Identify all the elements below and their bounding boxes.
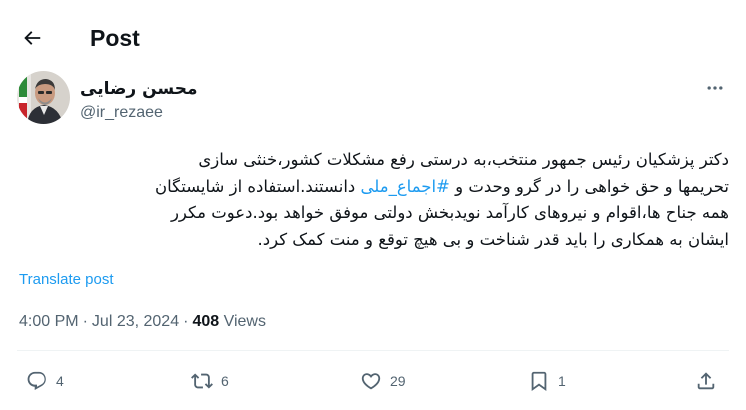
avatar[interactable] (17, 71, 70, 124)
tweet-line-text: تحریمها و حق خواهی را در گرو وحدت و (455, 176, 729, 196)
like-button[interactable]: 29 (360, 370, 406, 392)
tweet-line: ایشان به همکاری را باید قدر شناخت و بی ه… (257, 229, 729, 249)
back-button[interactable] (14, 20, 50, 56)
more-options-button[interactable] (700, 76, 730, 100)
tweet-line-text: دانستند.استفاده از شایستگان (154, 176, 356, 196)
post-time[interactable]: 4:00 PM (19, 313, 79, 330)
meta-separator: · (183, 313, 189, 330)
bookmark-icon (531, 371, 547, 392)
share-button[interactable] (695, 370, 717, 392)
heart-icon (361, 373, 381, 390)
views-label: Views (223, 313, 266, 330)
divider (17, 350, 729, 351)
post-header: Post (0, 0, 746, 76)
bookmark-button[interactable]: 1 (528, 370, 566, 392)
reply-count: 4 (56, 373, 64, 389)
translate-post-link[interactable]: Translate post (19, 271, 114, 289)
author-name[interactable]: محسن رضایی (80, 78, 197, 100)
more-horizontal-icon (707, 86, 723, 90)
share-icon (697, 372, 715, 390)
profile-photo (17, 71, 70, 124)
reply-icon (27, 371, 46, 391)
page-title: Post (90, 25, 140, 51)
meta-separator: · (82, 313, 88, 330)
action-bar: 4 6 29 1 (0, 366, 746, 406)
views-count: 408 (192, 313, 220, 330)
tweet-line: تحریمها و حق خواهی را در گرو وحدت و #اجم… (17, 174, 729, 201)
like-count: 29 (390, 373, 406, 389)
repost-count: 6 (221, 373, 229, 389)
hashtag-link[interactable]: #اجماع_ملی (361, 177, 450, 196)
tweet-text: دکتر پزشکیان رئیس جمهور منتخب،به درستی ر… (17, 147, 729, 253)
tweet-line: دکتر پزشکیان رئیس جمهور منتخب،به درستی ر… (198, 150, 729, 169)
tweet-line: همه جناح ها،اقوام و نیروهای کارآمد نویدب… (170, 203, 729, 222)
post-meta: 4:00 PM · Jul 23, 2024 · 408 Views (19, 312, 266, 332)
post-date[interactable]: Jul 23, 2024 (92, 313, 179, 330)
arrow-left-icon (24, 31, 41, 45)
bookmark-count: 1 (558, 373, 566, 389)
author-handle[interactable]: @ir_rezaee (80, 103, 163, 123)
repost-icon (191, 373, 213, 389)
reply-button[interactable]: 4 (26, 370, 64, 392)
repost-button[interactable]: 6 (191, 370, 229, 392)
